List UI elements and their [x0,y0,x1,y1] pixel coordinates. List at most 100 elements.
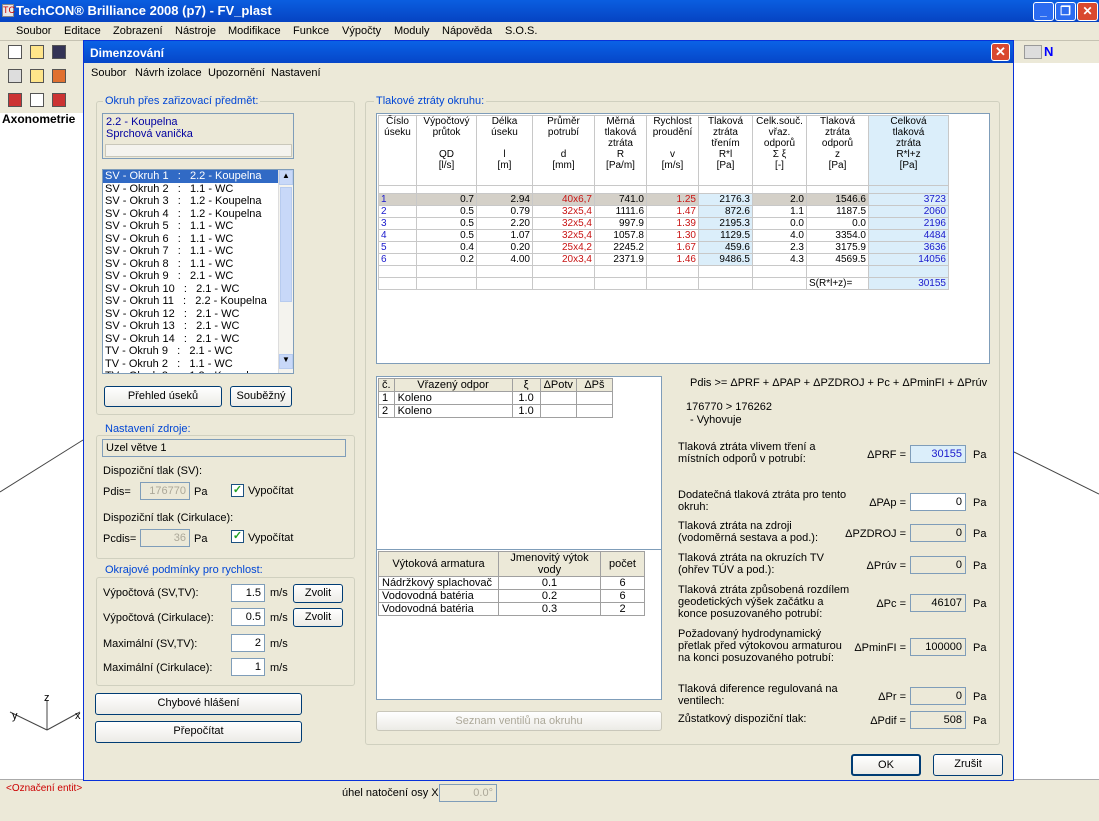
additional-input[interactable]: 0 [910,493,966,511]
friction-input[interactable]: 30155 [910,445,966,463]
residual-symbol: ΔPdif = [870,715,906,727]
loss-row[interactable]: 5 0.4 0.20 25x4,2 2245.2 1.67 459.6 2.3 3175.9 36… [378,241,949,254]
loss-row[interactable]: 4 0.5 1.07 32x5,4 1057.8 1.30 1129.5 4.0 3354.0 4… [378,229,949,242]
source-input[interactable]: 0 [910,524,966,542]
axis-y-label: y [12,710,18,722]
loss-row[interactable]: 1 0.7 2.94 40x6,7 741.0 1.25 2176.3 2.0 1546.6 37… [378,193,949,206]
circuit-list-item[interactable]: SV - Okruh 10 : 2.1 - WC [103,283,278,296]
cancel-button[interactable]: Zrušit [933,754,1003,776]
circuit-list-item[interactable]: SV - Okruh 1 : 2.2 - Koupelna [103,170,278,183]
circuit-list-item[interactable]: TV - Okruh 9 : 2.1 - WC [103,345,278,358]
speed-sv-unit: m/s [270,587,288,599]
loss-header-line: úseku [384,127,411,138]
loss-cell: 1.46 [646,253,699,266]
loss-header: Celk.souč. vřaz. odporů Σ ξ [-] [752,115,807,186]
max-sv-input[interactable]: 2 [231,634,265,652]
circuit-list-item[interactable]: SV - Okruh 8 : 1.1 - WC [103,258,278,271]
dlg-menu-upozorneni[interactable]: Upozornění [208,67,265,79]
loss-cell: 40x6,7 [532,193,595,206]
loss-cell: 0.20 [476,241,533,254]
resistance-row[interactable]: 1 Koleno 1.0 [378,391,613,405]
speed-sv-choose-button[interactable]: Zvolit [293,584,343,603]
outlet-row[interactable]: Vodovodná batéria 0.3 2 [378,602,645,616]
circuit-list-item[interactable]: SV - Okruh 9 : 2.1 - WC [103,270,278,283]
speed-circ-choose-button[interactable]: Zvolit [293,608,343,627]
scroll-down-icon[interactable]: ▼ [279,354,293,369]
tuv-input[interactable]: 0 [910,556,966,574]
max-circ-input[interactable]: 1 [231,658,265,676]
speed-sv-input[interactable]: 1.5 [231,584,265,602]
dialog-title: Dimenzování [90,46,165,60]
outlet-table-panel[interactable]: Výtoková armatura Jmenovitý výtok vody poč… [376,549,662,700]
calc-sv-checkbox[interactable]: ✓ [231,484,244,497]
circuit-list[interactable]: SV - Okruh 1 : 2.2 - Koupelna SV - Okruh … [102,169,294,374]
speed-circ-input[interactable]: 0.5 [231,608,265,626]
loss-header-line: tlaková [892,127,925,138]
circuit-list-item[interactable]: TV - Okruh 2 : 1.1 - WC [103,358,278,371]
loss-header-line: R [616,149,625,160]
axis-z-label: z [44,692,50,704]
circuit-list-item[interactable]: SV - Okruh 2 : 1.1 - WC [103,183,278,196]
dialog-close-icon[interactable]: ✕ [991,43,1010,61]
error-messages-button[interactable]: Chybové hlášení [95,693,302,715]
loss-header-line: ztráta [895,138,921,149]
status-angle-input[interactable]: 0.0° [439,784,497,802]
loss-row[interactable]: 2 0.5 0.79 32x5,4 1111.6 1.47 872.6 1.1 1187.5 20… [378,205,949,218]
circuit-list-item[interactable]: SV - Okruh 6 : 1.1 - WC [103,233,278,246]
dlg-menu-nastaveni[interactable]: Nastavení [271,67,321,79]
outlet-row[interactable]: Vodovodná batéria 0.2 6 [378,589,645,603]
parallel-button[interactable]: Souběžný [230,386,292,407]
resistance-row[interactable]: 2 Koleno 1.0 [378,404,613,418]
hydro-input[interactable]: 100000 [910,638,966,656]
resistance-table-panel[interactable]: č. Vřazený odpor ξ ΔPotv ΔPš 1 Koleno 1.0 2 Kole… [376,376,662,566]
loss-cell [806,185,869,194]
loss-table-panel[interactable]: Číslo úseku Výpočtový průtok QD [l/s] Délka úse… [376,113,990,364]
loss-cell [646,185,699,194]
regulated-input[interactable]: 0 [910,687,966,705]
loss-header: Délka úseku l [m] [476,115,533,186]
recalculate-button[interactable]: Přepočítat [95,721,302,743]
residual-input[interactable]: 508 [910,711,966,729]
dlg-menu-izolace[interactable]: Návrh izolace [135,67,202,79]
circuit-list-item[interactable]: SV - Okruh 7 : 1.1 - WC [103,245,278,258]
additional-label: Dodatečná tlaková ztráta pro tento okruh… [678,489,847,513]
friction-label: Tlaková ztráta vlivem tření a místních o… [678,441,816,465]
circuit-list-item[interactable]: SV - Okruh 3 : 1.2 - Koupelna [103,195,278,208]
calc-circ-checkbox[interactable]: ✓ [231,530,244,543]
dlg-menu-soubor[interactable]: Soubor [91,67,126,79]
circuit-info-scrollbar[interactable] [105,144,292,157]
circuit-line-1: 2.2 - Koupelna [106,116,178,128]
scroll-up-icon[interactable]: ▲ [279,170,293,185]
circuit-list-item[interactable]: SV - Okruh 5 : 1.1 - WC [103,220,278,233]
loss-header-line: Měrná [606,116,635,127]
outlet-cell: 6 [600,576,645,590]
loss-cell: 3636 [868,241,949,254]
source-name: Uzel větve 1 [102,439,346,457]
geodetic-input[interactable]: 46107 [910,594,966,612]
scroll-thumb[interactable] [280,187,292,302]
loss-row[interactable]: 6 0.2 4.00 20x3,4 2371.9 1.46 9486.5 4.3 4569.5 1… [378,253,949,266]
friction-symbol: ΔPRF = [867,449,906,461]
circuit-list-item[interactable]: SV - Okruh 11 : 2.2 - Koupelna [103,295,278,308]
loss-header: Průměr potrubí d [mm] [532,115,595,186]
ok-button[interactable]: OK [851,754,921,776]
overview-button[interactable]: Přehled úseků [104,386,222,407]
circuit-list-item[interactable]: SV - Okruh 12 : 2.1 - WC [103,308,278,321]
loss-cell: 2196 [868,217,949,230]
circuit-list-scrollbar[interactable]: ▲ ▼ [278,170,293,373]
pcdis-label: Pcdis= [103,533,137,545]
pcdis-input[interactable]: 36 [140,529,190,547]
circuit-list-item[interactable]: TV - Okruh 3 : 1.2 - Koupelna [103,370,278,373]
circuit-list-item[interactable]: SV - Okruh 13 : 2.1 - WC [103,320,278,333]
outlet-row[interactable]: Nádržkový splachovač 0.1 6 [378,576,645,590]
circuit-list-item[interactable]: SV - Okruh 14 : 2.1 - WC [103,333,278,346]
valve-list-button[interactable]: Seznam ventilů na okruhu [376,711,662,731]
pdis-input[interactable]: 176770 [140,482,190,500]
loss-row[interactable]: 3 0.5 2.20 32x5,4 997.9 1.39 2195.3 0.0 0.0 2196 [378,217,949,230]
circuit-list-item[interactable]: SV - Okruh 4 : 1.2 - Koupelna [103,208,278,221]
loss-cell [646,265,699,278]
loss-cell [378,277,417,290]
loss-header-line: průtok [432,127,461,138]
loss-cell: 997.9 [594,217,647,230]
loss-cell: 2.0 [752,193,807,206]
